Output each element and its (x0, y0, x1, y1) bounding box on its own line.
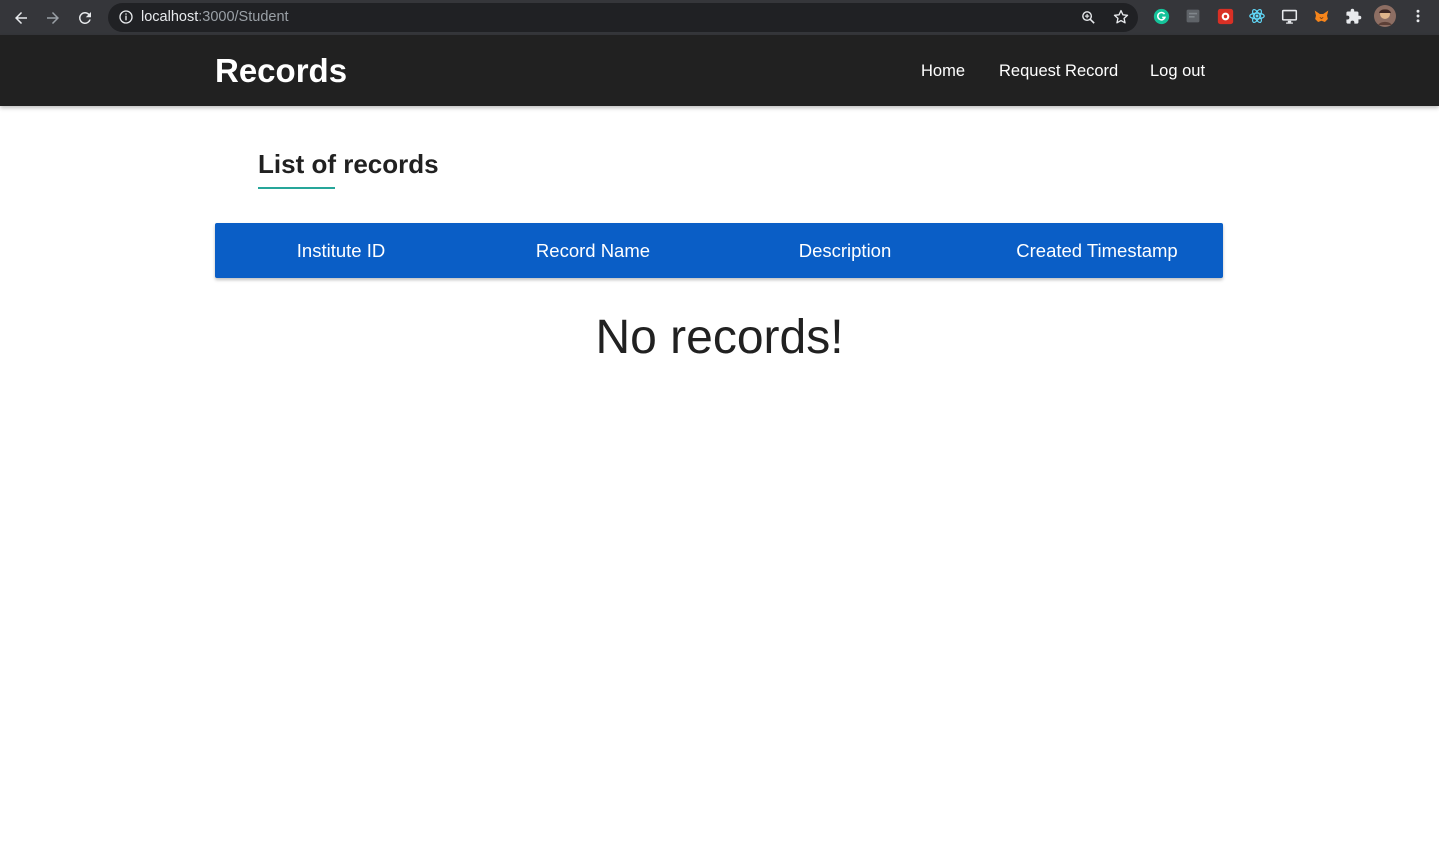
info-icon[interactable] (118, 9, 134, 25)
title-underline (258, 187, 335, 189)
records-table-header: Institute ID Record Name Description Cre… (215, 223, 1223, 278)
nav-link-request-record[interactable]: Request Record (999, 61, 1118, 81)
star-icon[interactable] (1112, 8, 1130, 26)
grammarly-icon[interactable] (1152, 7, 1170, 25)
browser-toolbar: localhost:3000/Student (0, 0, 1439, 35)
forward-icon[interactable] (41, 6, 65, 30)
column-header-institute-id: Institute ID (296, 239, 386, 261)
app-navbar: Records Home Request Record Log out (0, 35, 1439, 106)
extension-icon[interactable] (1216, 7, 1234, 25)
empty-state-message: No records! (595, 311, 844, 364)
nav-link-log-out[interactable]: Log out (1150, 61, 1205, 81)
zoom-icon[interactable] (1080, 9, 1097, 26)
menu-icon[interactable] (1409, 7, 1427, 25)
extension-icon[interactable] (1184, 7, 1202, 25)
metamask-icon[interactable] (1312, 7, 1330, 25)
reload-icon[interactable] (73, 6, 97, 30)
puzzle-icon[interactable] (1344, 7, 1362, 25)
column-header-created-timestamp: Created Timestamp (1016, 239, 1178, 261)
address-bar[interactable]: localhost:3000/Student (108, 3, 1138, 32)
column-header-description: Description (798, 239, 892, 261)
avatar[interactable] (1374, 5, 1396, 27)
back-icon[interactable] (9, 6, 33, 30)
url-text[interactable]: localhost:3000/Student (141, 9, 289, 25)
cast-icon[interactable] (1280, 7, 1298, 25)
react-devtools-icon[interactable] (1248, 7, 1266, 25)
nav-link-home[interactable]: Home (921, 61, 965, 81)
column-header-record-name: Record Name (535, 239, 651, 261)
page-title: List of records (258, 149, 439, 179)
brand-logo-link[interactable]: Records (215, 52, 347, 90)
